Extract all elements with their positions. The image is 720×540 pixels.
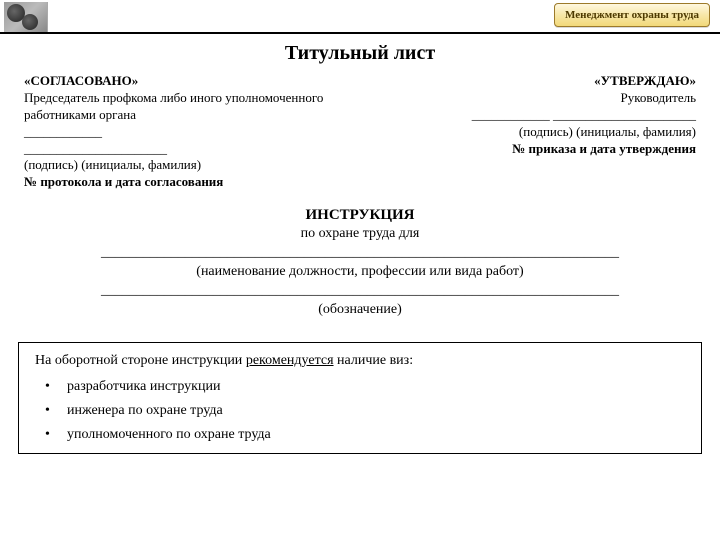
- list-item: разработчика инструкции: [45, 375, 685, 399]
- approve-block: «УТВЕРЖДАЮ» Руководитель ____________ __…: [367, 73, 696, 191]
- list-item: инженера по охране труда: [45, 399, 685, 423]
- instruction-title: ИНСТРУКЦИЯ: [24, 205, 696, 225]
- note-list: разработчика инструкции инженера по охра…: [35, 375, 685, 447]
- agreed-block: «СОГЛАСОВАНО» Председатель профкома либо…: [24, 73, 353, 191]
- page-content: Титульный лист «СОГЛАСОВАНО» Председател…: [0, 34, 720, 328]
- note-intro-emph: рекомендуется: [246, 353, 334, 368]
- list-item: уполномоченного по охране труда: [45, 423, 685, 447]
- agreed-protocol: № протокола и дата согласования: [24, 174, 353, 191]
- instruction-sub: по охране труда для: [24, 225, 696, 244]
- section-tab-label: Менеджмент охраны труда: [565, 9, 699, 21]
- agreed-sig-caption: (подпись) (инициалы, фамилия): [24, 157, 353, 174]
- approve-subhead: Руководитель: [367, 90, 696, 107]
- fill-line-1: ________________________________________…: [24, 244, 696, 263]
- agreed-subhead: Председатель профкома либо иного уполном…: [24, 90, 353, 124]
- note-intro: На оборотной стороне инструкции рекоменд…: [35, 353, 685, 369]
- caption-profession: (наименование должности, профессии или в…: [24, 263, 696, 282]
- agreed-line2: ______________________: [24, 141, 353, 158]
- caption-designation: (обозначение): [24, 301, 696, 320]
- approve-line1: ____________ ______________________: [367, 107, 696, 124]
- approve-heading: «УТВЕРЖДАЮ»: [367, 73, 696, 90]
- approve-sig-caption: (подпись) (инициалы, фамилия): [367, 124, 696, 141]
- agreed-line1: ____________: [24, 124, 353, 141]
- section-tab[interactable]: Менеджмент охраны труда: [554, 3, 710, 27]
- gear-icon: [22, 14, 38, 30]
- topbar: Менеджмент охраны труда: [0, 0, 720, 34]
- agreed-heading: «СОГЛАСОВАНО»: [24, 73, 353, 90]
- note-intro-pre: На оборотной стороне инструкции: [35, 353, 246, 368]
- note-box: На оборотной стороне инструкции рекоменд…: [18, 342, 702, 454]
- fill-line-2: ________________________________________…: [24, 282, 696, 301]
- approval-columns: «СОГЛАСОВАНО» Председатель профкома либо…: [24, 73, 696, 191]
- page-title: Титульный лист: [24, 42, 696, 65]
- note-intro-post: наличие виз:: [334, 353, 414, 368]
- approve-order: № приказа и дата утверждения: [367, 141, 696, 158]
- logo-gears: [4, 2, 48, 32]
- instruction-block: ИНСТРУКЦИЯ по охране труда для _________…: [24, 205, 696, 320]
